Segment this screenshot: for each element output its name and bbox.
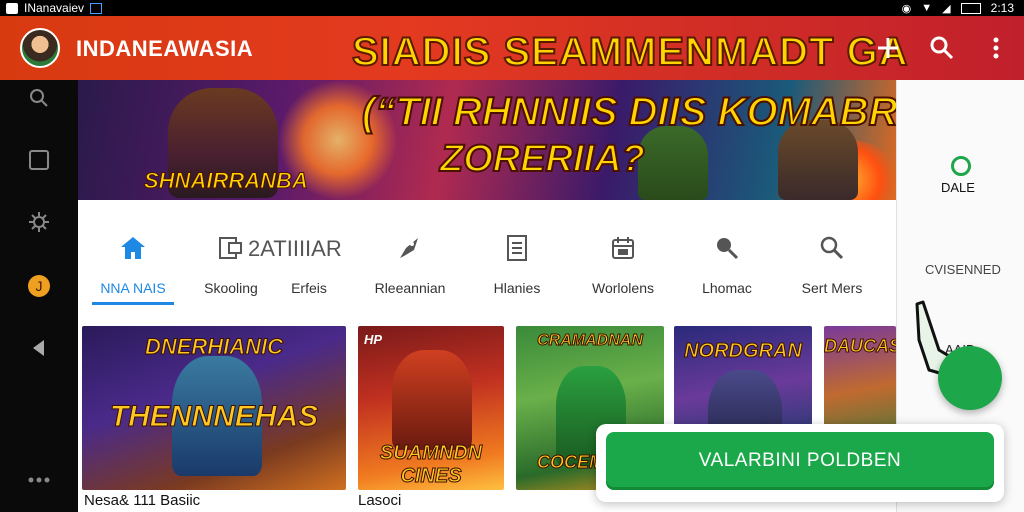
tab-erfeis[interactable]: Erfeis <box>284 200 334 304</box>
tab-label: NNA NAIS <box>100 280 166 296</box>
banner-title: SIADIS SEAMMENMADT GA <box>351 29 909 75</box>
tab-label: Worlolens <box>592 280 654 296</box>
tab-home[interactable]: NNA NAIS <box>92 200 174 304</box>
tab-skooling[interactable]: Skooling 2ATIIIIAR <box>196 200 342 304</box>
app-badge-icon[interactable]: J <box>27 274 51 298</box>
image-icon <box>90 2 103 14</box>
search-button[interactable] <box>926 32 958 64</box>
floating-action-button[interactable] <box>938 346 1002 410</box>
home-icon <box>119 234 147 262</box>
tab-label: Skooling <box>204 280 258 296</box>
tab-sert-mers[interactable]: Sert Mers <box>798 200 866 304</box>
cta-button[interactable]: VALARBINI POLDBEN <box>606 432 994 490</box>
book-icon <box>217 234 245 262</box>
tab-lhomac[interactable]: Lhomac <box>700 200 754 304</box>
cta-card: VALARBINI POLDBEN <box>596 424 1004 502</box>
app-title: INDANEAWASIA <box>76 36 254 61</box>
tab-hlanies[interactable]: Hlanies <box>486 200 548 304</box>
hero-banner[interactable]: SHNAIRRANBA (“TII RHNNIIS DIIS KOMABRG! … <box>78 80 896 200</box>
more-vert-icon <box>993 37 999 59</box>
wifi-icon: ▼ <box>921 2 933 14</box>
status-bar: INanavaiev ◉ ▼ ◢ 2:13 <box>0 0 1024 16</box>
tab-rleeannian[interactable]: Rleeannian <box>368 200 452 304</box>
status-time: 2:13 <box>990 1 1014 15</box>
tile-title-top: NORDGRAN <box>684 340 803 363</box>
tile-title-top: HP <box>364 332 383 347</box>
calendar-icon <box>609 234 637 262</box>
gear-icon[interactable] <box>27 210 51 234</box>
magnifier-icon <box>713 234 741 262</box>
tile-caption: Nesa& 111 Basiic <box>84 492 201 509</box>
category-tabs: NNA NAIS Skooling 2ATIIIIAR Erfeis Rleea… <box>78 200 896 308</box>
panel-item-dale[interactable]: DALE <box>941 180 975 195</box>
active-tab-indicator <box>92 302 174 305</box>
status-app-name: INanavaiev <box>24 1 85 15</box>
hero-headline: (“TII RHNNIIS DIIS KOMABRG! <box>361 89 896 135</box>
svg-text:J: J <box>36 278 43 294</box>
tab-label: Lhomac <box>702 280 752 296</box>
plus-icon <box>878 38 898 58</box>
tab-label: Erfeis <box>291 280 327 296</box>
tile-title: SUAMNDN CINES <box>379 442 483 488</box>
battery-icon <box>960 2 981 14</box>
more-horiz-icon[interactable] <box>27 468 51 492</box>
signal-icon: ◢ <box>942 2 951 15</box>
nav-search-icon[interactable] <box>27 86 51 110</box>
tile-title: THENNNEHAS <box>109 400 319 434</box>
tile-character <box>392 350 472 450</box>
status-ring-icon <box>951 156 971 176</box>
document-icon <box>503 234 531 262</box>
back-icon[interactable] <box>27 336 51 360</box>
tile-caption: Lasoci <box>358 492 402 509</box>
app-bar: INDANEAWASIA SIADIS SEAMMENMADT GA <box>0 16 1024 80</box>
more-menu-button[interactable] <box>980 32 1012 64</box>
hero-subheadline: ZORERIIA? <box>439 137 646 181</box>
game-tile[interactable]: HP SUAMNDN CINES <box>358 326 504 490</box>
tab-worlolens[interactable]: Worlolens <box>586 200 660 304</box>
tile-title-top: CRAMADNAN <box>537 332 644 350</box>
notification-icon <box>6 2 18 14</box>
location-icon: ◉ <box>901 2 912 15</box>
tab-label: Sert Mers <box>801 280 863 296</box>
hero-overline: SHNAIRRANBA <box>144 168 309 194</box>
tab-label: Rleeannian <box>374 280 446 296</box>
square-icon[interactable] <box>27 148 51 172</box>
hero-character <box>638 126 708 200</box>
panel-item-cvisenned[interactable]: CVISENNED <box>925 262 1001 277</box>
add-button[interactable] <box>872 32 904 64</box>
tile-title-top: DNERHIANIC <box>144 334 284 360</box>
search-icon <box>930 36 954 60</box>
rocket-icon <box>396 234 424 262</box>
left-nav-rail: J <box>0 80 78 512</box>
search-icon <box>818 234 846 262</box>
tab-label: Hlanies <box>493 280 541 296</box>
tile-title-top: DAUCAS <box>824 336 896 357</box>
game-tile[interactable]: DNERHIANIC THENNNEHAS <box>82 326 346 490</box>
avatar[interactable] <box>20 28 60 68</box>
